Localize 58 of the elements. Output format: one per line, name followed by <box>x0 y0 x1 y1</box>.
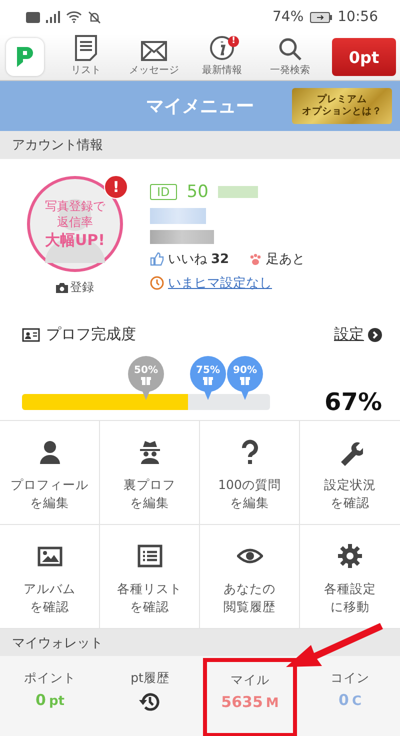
menu-tile[interactable]: あなたの 閲覧履歴 <box>200 525 300 629</box>
toolbar-icon <box>209 35 235 61</box>
likes-count: 32 <box>211 252 230 266</box>
menu-tile[interactable]: 裏プロフ を編集 <box>100 421 200 525</box>
points-button[interactable]: 0pt <box>332 38 396 76</box>
history-icon <box>139 691 161 713</box>
wallet-item[interactable]: コイン 0 C <box>300 656 400 736</box>
balance-value: 0 C <box>338 691 362 709</box>
status-link[interactable]: いまヒマ設定なし <box>168 274 272 292</box>
battery-icon <box>310 12 332 22</box>
section-title: プロフ完成度 <box>46 325 136 344</box>
paw-icon <box>249 252 262 266</box>
footprints-link[interactable]: 足あと <box>266 250 306 268</box>
alert-badge: ! <box>104 175 128 199</box>
toolbar-icon <box>75 35 97 61</box>
search-icon <box>278 37 302 61</box>
alert-badge: ! <box>228 36 239 47</box>
menu-tile[interactable]: 100の質問 を編集 <box>200 421 300 525</box>
profile-card-icon <box>22 328 40 342</box>
settings-link[interactable]: 設定 <box>334 325 382 344</box>
camera-icon <box>56 282 68 292</box>
chevron-icon <box>368 328 382 342</box>
toolbar-item[interactable]: ! 最新情報 <box>188 34 256 80</box>
clock-time: 10:56 <box>338 9 378 25</box>
wallet-item[interactable]: pt履歴 <box>100 656 200 736</box>
balance-value: 0 pt <box>36 691 64 709</box>
id-label: ID <box>150 184 177 200</box>
blurred-text <box>150 208 206 224</box>
app-logo[interactable] <box>6 38 44 76</box>
toolbar-item[interactable]: 一発検索 <box>256 34 324 80</box>
logo-icon <box>15 46 35 68</box>
page-title: マイメニュー <box>146 95 254 118</box>
wifi-icon <box>66 11 82 23</box>
menu-tile[interactable]: プロフィール を編集 <box>0 421 100 525</box>
balance-value: 5635 M <box>221 693 279 711</box>
toolbar-item[interactable]: リスト <box>52 34 120 80</box>
blurred-text <box>218 186 258 198</box>
wallet-item[interactable]: マイル 5635 M <box>203 658 297 736</box>
wallet-item[interactable]: ポイント 0 pt <box>0 656 100 736</box>
list-icon <box>136 543 162 570</box>
register-photo-button[interactable]: 登録 <box>56 279 94 296</box>
mute-bell-icon <box>88 10 101 24</box>
completion-percent: 67% <box>324 388 382 416</box>
blurred-text <box>150 230 214 244</box>
section-header: アカウント情報 <box>0 131 400 159</box>
gear-icon <box>337 543 363 570</box>
thumbs-up-icon <box>150 252 164 266</box>
section-header: マイウォレット <box>0 629 400 656</box>
premium-option-button[interactable]: プレミアム オプションとは？ <box>292 88 392 124</box>
clock-icon <box>150 276 164 290</box>
battery-percent: 74% <box>272 9 304 25</box>
toolbar-icon <box>141 41 167 61</box>
signal-icon <box>46 11 60 23</box>
user-id: 50 <box>186 182 208 202</box>
menu-tile[interactable]: 各種リスト を確認 <box>100 525 200 629</box>
toolbar-item[interactable]: メッセージ <box>120 34 188 80</box>
likes-label: いいね <box>168 251 207 268</box>
menu-tile[interactable]: アルバム を確認 <box>0 525 100 629</box>
